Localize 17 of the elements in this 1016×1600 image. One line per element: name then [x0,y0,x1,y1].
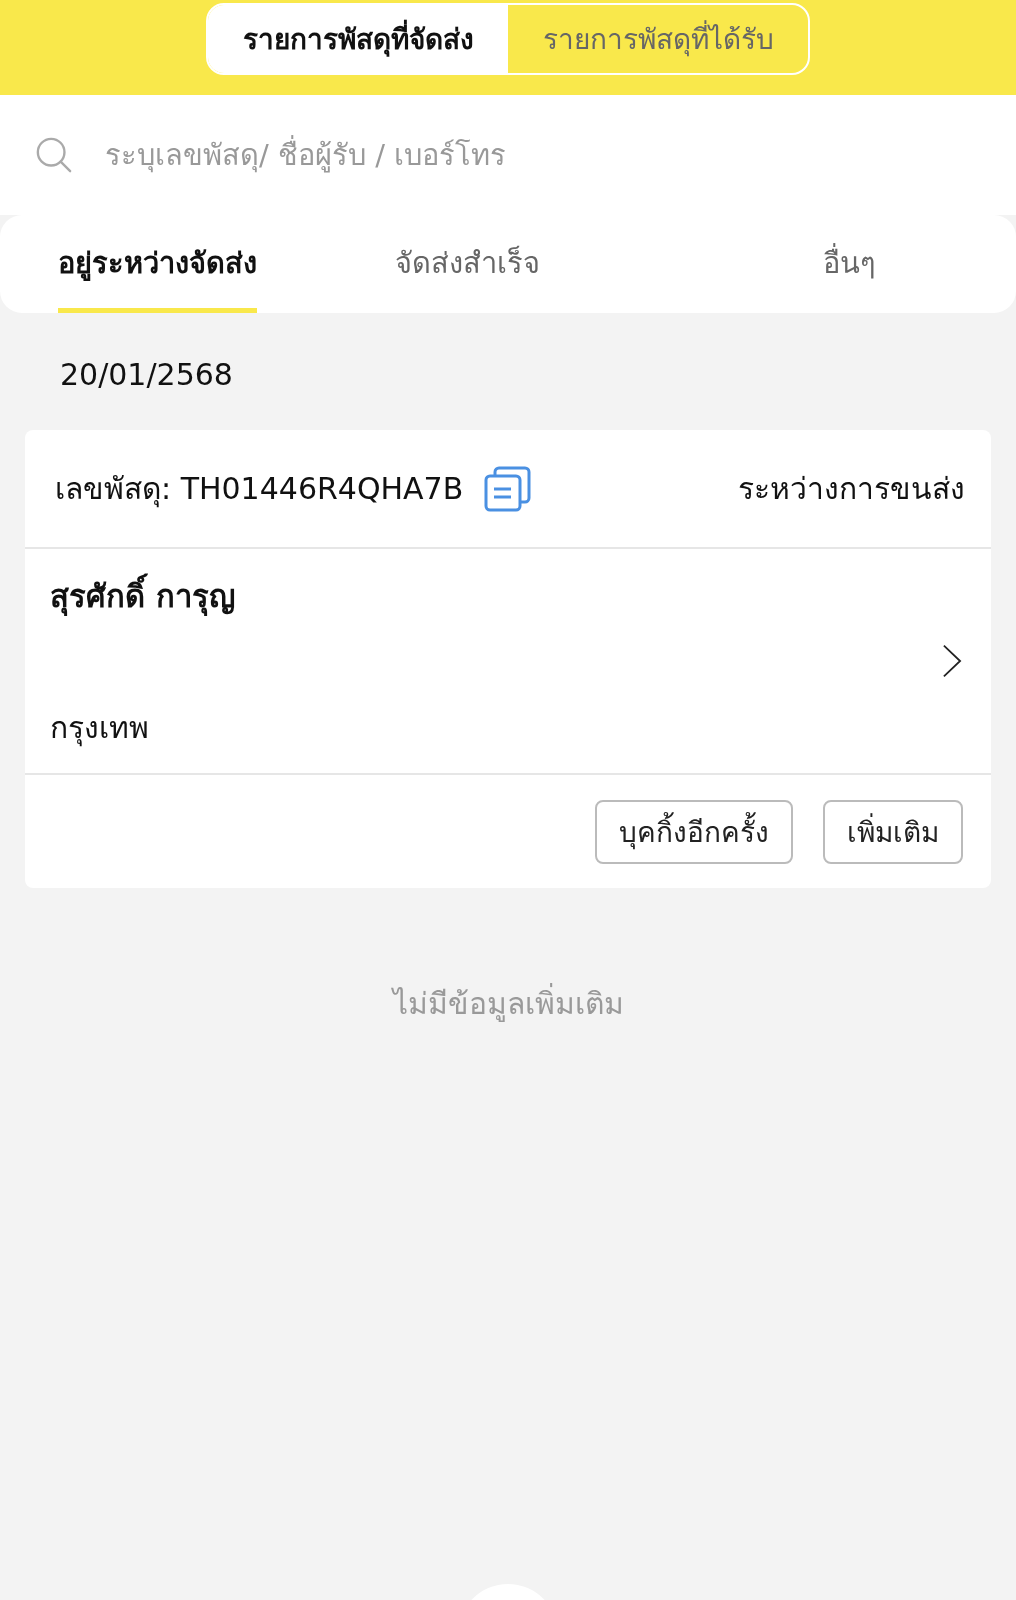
status-tab[interactable]: จัดส่งสำเร็จ [330,215,604,313]
recipient-city: กรุงเทพ [50,709,150,749]
segment-tab[interactable]: รายการพัสดุที่ได้รับ [508,5,808,73]
tracking-number: เลขพัสดุ: TH01446R4QHA7B [55,470,464,510]
chevron-right-icon [941,643,963,679]
recipient-name: สุรศักดิ์ การุญ [50,571,941,621]
shipment-status: ระหว่างการขนส่ง [738,470,965,508]
copy-icon[interactable] [483,464,534,513]
empty-message: ไม่มีข้อมูลเพิ่มเติม [0,980,1016,1027]
status-tab[interactable]: อื่นๆ [603,215,1016,313]
recipient-row[interactable]: สุรศักดิ์ การุญ กรุงเทพ [25,549,991,775]
search-field[interactable]: ระบุเลขพัสดุ/ ชื่อผู้รับ / เบอร์โทร [0,95,1016,215]
action-button[interactable]: บุคกิ้งอีกครั้ง [595,799,793,864]
status-tab[interactable]: อยู่ระหว่างจัดส่ง [0,215,331,313]
action-button[interactable]: เพิ่มเติม [823,799,963,864]
segment-tab[interactable]: รายการพัสดุที่จัดส่ง [208,5,508,73]
date-label: 20/01/2568 [59,356,234,394]
